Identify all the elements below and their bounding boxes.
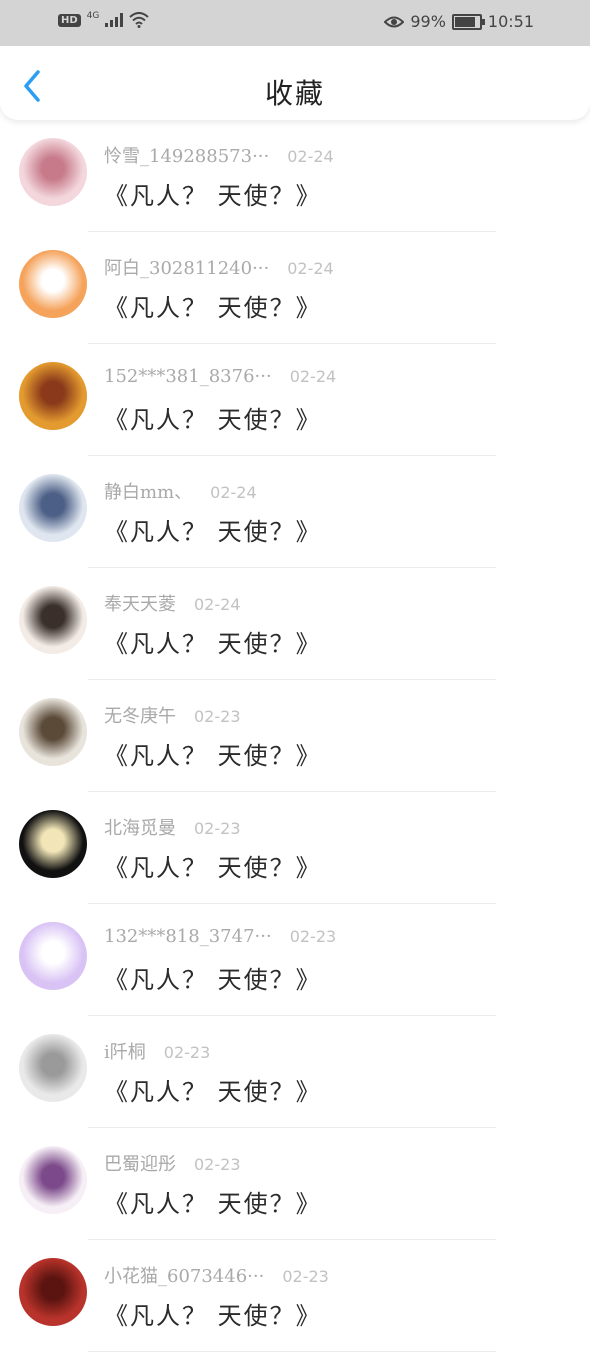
- post-date: 02-23: [194, 707, 241, 726]
- item-title[interactable]: 《凡人？ 天使？》: [104, 512, 322, 547]
- post-date: 02-23: [163, 1043, 211, 1062]
- item-meta: 132***818_3747··· 02-23: [104, 926, 336, 947]
- user-name[interactable]: 阿白_302811240···: [104, 254, 269, 280]
- list-item[interactable]: 静白mm、 02-24 《凡人？ 天使？》: [0, 456, 590, 568]
- avatar[interactable]: [19, 250, 87, 318]
- item-title[interactable]: 《凡人？ 天使？》: [104, 400, 322, 435]
- item-title[interactable]: 《凡人？ 天使？》: [104, 176, 322, 211]
- wifi-icon: [129, 12, 150, 28]
- avatar[interactable]: [19, 586, 87, 654]
- status-left: HD 4G: [58, 11, 150, 28]
- item-title[interactable]: 《凡人？ 天使？》: [104, 288, 322, 323]
- hd-badge: HD: [58, 13, 81, 27]
- top-bar: 收藏: [0, 46, 590, 120]
- item-title[interactable]: 《凡人？ 天使？》: [104, 624, 322, 659]
- page-title: 收藏: [264, 77, 325, 110]
- post-date: 02-23: [194, 819, 241, 838]
- clock: 10:51: [487, 12, 534, 31]
- battery-percent: 99%: [410, 12, 446, 31]
- item-title[interactable]: 《凡人？ 天使？》: [104, 1072, 322, 1107]
- eye-icon: [384, 16, 405, 27]
- item-meta: 怜雪_149288573··· 02-24: [104, 142, 334, 168]
- item-meta: 小花猫_6073446··· 02-23: [104, 1262, 329, 1288]
- list-item[interactable]: 怜雪_149288573··· 02-24 《凡人？ 天使？》: [0, 120, 590, 232]
- user-name[interactable]: 北海觅曼: [104, 814, 176, 840]
- status-right: 99% 10:51: [384, 12, 534, 31]
- signal-icon: [105, 13, 124, 27]
- post-date: 02-23: [194, 1155, 241, 1174]
- item-meta: 阿白_302811240··· 02-24: [104, 254, 334, 280]
- status-bar: HD 4G 99% 10:51: [0, 0, 590, 46]
- post-date: 02-24: [210, 483, 257, 502]
- item-meta: 奉天天菱 02-24: [104, 590, 241, 616]
- user-name[interactable]: 静白mm、: [104, 478, 192, 504]
- avatar[interactable]: [19, 1034, 87, 1102]
- post-date: 02-24: [287, 259, 334, 278]
- item-title[interactable]: 《凡人？ 天使？》: [104, 1296, 322, 1331]
- avatar[interactable]: [19, 138, 87, 206]
- user-name[interactable]: 巴蜀迎彤: [104, 1150, 176, 1176]
- avatar[interactable]: [19, 698, 87, 766]
- list-item[interactable]: 阿白_302811240··· 02-24 《凡人？ 天使？》: [0, 232, 590, 344]
- post-date: 02-24: [289, 367, 337, 386]
- list-item[interactable]: 152***381_8376··· 02-24 《凡人？ 天使？》: [0, 344, 590, 456]
- post-date: 02-23: [282, 1267, 329, 1286]
- item-meta: 巴蜀迎彤 02-23: [104, 1150, 241, 1176]
- list-item[interactable]: 无冬庚午 02-23 《凡人？ 天使？》: [0, 680, 590, 792]
- item-meta: 无冬庚午 02-23: [104, 702, 241, 728]
- item-title[interactable]: 《凡人？ 天使？》: [104, 736, 322, 771]
- user-name[interactable]: 奉天天菱: [104, 590, 176, 616]
- list-item[interactable]: 巴蜀迎彤 02-23 《凡人？ 天使？》: [0, 1128, 590, 1240]
- list-item[interactable]: 北海觅曼 02-23 《凡人？ 天使？》: [0, 792, 590, 904]
- item-title[interactable]: 《凡人？ 天使？》: [104, 960, 322, 995]
- item-meta: i阡桐 02-23: [104, 1038, 210, 1064]
- item-title[interactable]: 《凡人？ 天使？》: [104, 848, 322, 883]
- network-type: 4G: [86, 11, 100, 21]
- user-name[interactable]: 小花猫_6073446···: [104, 1262, 264, 1288]
- avatar[interactable]: [19, 922, 87, 990]
- post-date: 02-23: [289, 927, 337, 946]
- user-name[interactable]: 132***818_3747···: [104, 926, 272, 947]
- post-date: 02-24: [194, 595, 241, 614]
- user-name[interactable]: i阡桐: [104, 1038, 146, 1064]
- avatar[interactable]: [19, 474, 87, 542]
- user-name[interactable]: 无冬庚午: [104, 702, 176, 728]
- list-item[interactable]: 小花猫_6073446··· 02-23 《凡人？ 天使？》: [0, 1240, 590, 1352]
- item-title[interactable]: 《凡人？ 天使？》: [104, 1184, 322, 1219]
- post-date: 02-24: [287, 147, 334, 166]
- avatar[interactable]: [19, 362, 87, 430]
- avatar[interactable]: [19, 1146, 87, 1214]
- item-meta: 152***381_8376··· 02-24: [104, 366, 336, 387]
- list-item[interactable]: i阡桐 02-23 《凡人？ 天使？》: [0, 1016, 590, 1128]
- favorites-list: 怜雪_149288573··· 02-24 《凡人？ 天使？》 阿白_30281…: [0, 120, 590, 1352]
- avatar[interactable]: [19, 810, 87, 878]
- user-name[interactable]: 怜雪_149288573···: [104, 142, 269, 168]
- battery-icon: [451, 13, 485, 30]
- item-meta: 北海觅曼 02-23: [104, 814, 241, 840]
- avatar[interactable]: [19, 1258, 87, 1326]
- list-item[interactable]: 奉天天菱 02-24 《凡人？ 天使？》: [0, 568, 590, 680]
- user-name[interactable]: 152***381_8376···: [104, 366, 272, 387]
- list-item[interactable]: 132***818_3747··· 02-23 《凡人？ 天使？》: [0, 904, 590, 1016]
- item-meta: 静白mm、 02-24: [104, 478, 257, 504]
